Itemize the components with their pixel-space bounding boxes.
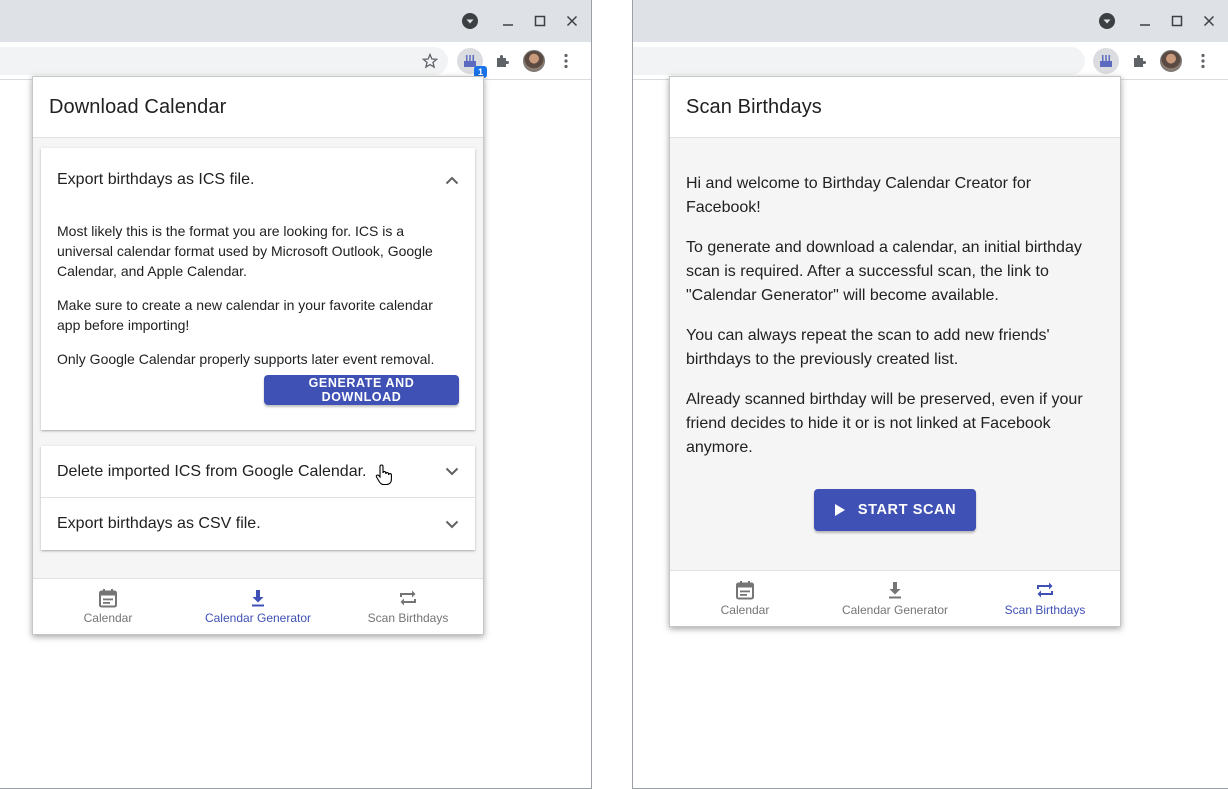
minimize-button[interactable] (499, 12, 517, 30)
accordion-panel-ics: Export birthdays as ICS file. Most likel… (41, 148, 475, 430)
popup-body: Hi and welcome to Birthday Calendar Crea… (670, 138, 1120, 570)
minimize-icon (503, 24, 513, 26)
panel-title: Export birthdays as CSV file. (57, 515, 261, 532)
scan-intro: Hi and welcome to Birthday Calendar Crea… (670, 138, 1120, 460)
more-vert-icon (564, 53, 568, 69)
maximize-button[interactable] (1168, 12, 1186, 30)
menu-button[interactable] (1192, 50, 1214, 72)
puzzle-icon (497, 55, 509, 67)
bottom-navigation: Calendar Calendar Generator Scan Birthda… (33, 578, 483, 634)
chevron-down-icon (445, 520, 459, 528)
nav-label: Calendar Generator (841, 603, 949, 617)
intro-paragraph: You can always repeat the scan to add ne… (686, 327, 1050, 368)
popup-title: Download Calendar (49, 95, 227, 118)
chevron-up-icon (445, 176, 459, 184)
star-icon (422, 53, 438, 69)
maximize-icon (1171, 15, 1183, 27)
menu-button[interactable] (555, 50, 577, 72)
bottom-navigation: Calendar Calendar Generator Scan Birthda… (670, 570, 1120, 626)
browser-window-left: 1 Download Calendar Export birthdays as … (0, 0, 592, 789)
popup-header: Scan Birthdays (670, 77, 1120, 138)
nav-label: Scan Birthdays (367, 611, 449, 625)
toolbar (633, 42, 1228, 80)
toolbar: 1 (0, 42, 591, 80)
start-scan-button[interactable]: START SCAN (814, 489, 976, 531)
hand-cursor-icon (375, 464, 392, 486)
download-icon (889, 582, 901, 599)
popup-body: Export birthdays as ICS file. Most likel… (33, 138, 483, 578)
generate-and-download-button[interactable]: GENERATE AND DOWNLOAD (264, 375, 459, 405)
extensions-button[interactable] (1128, 50, 1150, 72)
panel-header[interactable]: Export birthdays as ICS file. (41, 148, 475, 212)
close-window-button[interactable] (1200, 12, 1218, 30)
accordion-panel-csv[interactable]: Export birthdays as CSV file. (41, 498, 475, 550)
nav-label: Scan Birthdays (1004, 603, 1086, 617)
panel-paragraph: Make sure to create a new calendar in yo… (57, 297, 433, 333)
calendar-icon (99, 589, 117, 608)
nav-calendar-generator[interactable]: Calendar Generator (820, 571, 970, 626)
tab-search-icon (1099, 13, 1115, 29)
avatar (1160, 50, 1182, 72)
browser-window-right: Scan Birthdays Hi and welcome to Birthda… (632, 0, 1228, 789)
nav-label: Calendar Generator (204, 611, 312, 625)
birthday-cake-icon (1100, 55, 1112, 67)
puzzle-icon (1134, 55, 1146, 67)
chevron-down-icon (445, 467, 459, 476)
minimize-button[interactable] (1136, 12, 1154, 30)
download-icon (252, 590, 264, 607)
close-icon (566, 15, 578, 27)
play-icon (834, 504, 845, 516)
birthday-extension-button[interactable] (1093, 48, 1119, 74)
nav-label: Calendar (83, 611, 133, 625)
address-bar[interactable] (0, 47, 448, 75)
nav-calendar-generator[interactable]: Calendar Generator (183, 579, 333, 634)
title-bar (633, 0, 1228, 42)
popup-title: Scan Birthdays (686, 95, 822, 118)
panel-paragraph: Most likely this is the format you are l… (57, 223, 433, 279)
repeat-icon (400, 590, 416, 606)
tab-search-button[interactable] (1098, 12, 1116, 30)
nav-label: Calendar (720, 603, 770, 617)
tab-search-icon (462, 13, 478, 29)
panel-paragraph: Only Google Calendar properly supports l… (57, 351, 435, 367)
nav-scan-birthdays[interactable]: Scan Birthdays (970, 571, 1120, 626)
start-scan-label: START SCAN (857, 502, 957, 518)
close-window-button[interactable] (563, 12, 581, 30)
tab-search-button[interactable] (461, 12, 479, 30)
panel-title: Export birthdays as ICS file. (57, 171, 255, 188)
address-bar[interactable] (633, 47, 1085, 75)
maximize-button[interactable] (531, 12, 549, 30)
intro-paragraph: To generate and download a calendar, an … (686, 239, 1082, 304)
profile-button[interactable] (523, 50, 545, 72)
maximize-icon (534, 15, 546, 27)
bookmark-star-button[interactable] (419, 50, 441, 72)
panel-title: Delete imported ICS from Google Calendar… (57, 462, 367, 480)
extensions-button[interactable] (491, 50, 513, 72)
nav-scan-birthdays[interactable]: Scan Birthdays (333, 579, 483, 634)
extension-popup: Scan Birthdays Hi and welcome to Birthda… (669, 76, 1121, 627)
minimize-icon (1140, 24, 1150, 26)
title-bar (0, 0, 591, 42)
extension-popup: Download Calendar Export birthdays as IC… (32, 76, 484, 635)
avatar (523, 50, 545, 72)
panel-content: Most likely this is the format you are l… (41, 212, 475, 405)
birthday-extension-button[interactable]: 1 (457, 48, 487, 78)
accordion-group-collapsed: Delete imported ICS from Google Calendar… (41, 446, 475, 550)
close-icon (1203, 15, 1215, 27)
more-vert-icon (1201, 53, 1205, 69)
intro-paragraph: Already scanned birthday will be preserv… (686, 391, 1083, 456)
nav-calendar[interactable]: Calendar (670, 571, 820, 626)
accordion-panel-delete-ics[interactable]: Delete imported ICS from Google Calendar… (41, 446, 475, 498)
nav-calendar[interactable]: Calendar (33, 579, 183, 634)
profile-button[interactable] (1160, 50, 1182, 72)
calendar-icon (736, 581, 754, 600)
repeat-icon (1037, 582, 1053, 598)
intro-paragraph: Hi and welcome to Birthday Calendar Crea… (686, 175, 1032, 216)
popup-header: Download Calendar (33, 77, 483, 138)
